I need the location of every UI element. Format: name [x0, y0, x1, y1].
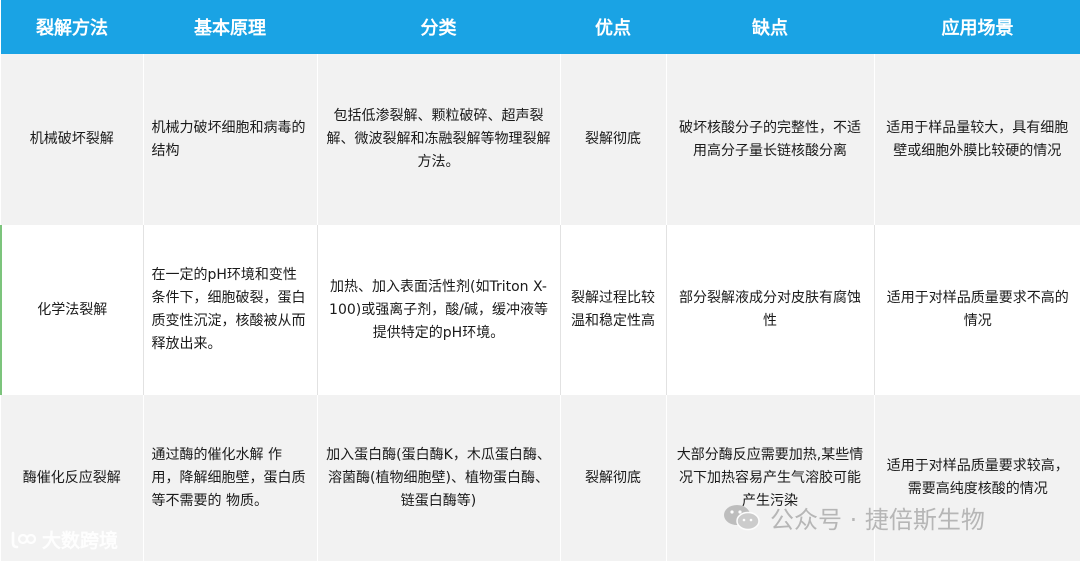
- cell-principle: 通过酶的催化水解 作用，降解细胞壁，蛋白质等不需要的 物质。: [143, 395, 318, 561]
- page: 裂解方法 基本原理 分类 优点 缺点 应用场景 机械破坏裂解 机械力破坏细胞和病…: [0, 0, 1080, 561]
- cell-method: 化学法裂解: [0, 225, 144, 395]
- brand-logo-icon: [10, 529, 36, 551]
- cell-category: 加入蛋白酶(蛋白酶K，木瓜蛋白酶、溶菌酶(植物细胞壁)、植物蛋白酶、链蛋白酶等): [317, 395, 561, 561]
- table-row: 机械破坏裂解 机械力破坏细胞和病毒的结构 包括低渗裂解、颗粒破碎、超声裂解、微波…: [1, 54, 1080, 225]
- lysis-methods-table: 裂解方法 基本原理 分类 优点 缺点 应用场景 机械破坏裂解 机械力破坏细胞和病…: [0, 0, 1080, 561]
- cell-category: 加热、加入表面活性剂(如Triton X-100)或强离子剂，酸/碱，缓冲液等提…: [317, 225, 561, 395]
- cell-pros: 裂解过程比较温和稳定性高: [560, 225, 667, 395]
- watermark-right-text: 公众号 · 捷倍斯生物: [770, 506, 985, 534]
- cell-cons: 破坏核酸分子的完整性，不适用高分子量长链核酸分离: [666, 54, 875, 225]
- table-row: 化学法裂解 在一定的pH环境和变性条件下，细胞破裂，蛋白质变性沉淀，核酸被从而释…: [0, 225, 1080, 395]
- header-category: 分类: [317, 0, 560, 54]
- cell-pros: 裂解彻底: [560, 395, 667, 561]
- header-pros: 优点: [560, 0, 666, 54]
- watermark-right: 公众号 · 捷倍斯生物: [722, 500, 985, 535]
- cell-cons: 大部分酶反应需要加热,某些情况下加热容易产生气溶胶可能产生污染: [666, 395, 875, 561]
- header-scenario: 应用场景: [874, 0, 1080, 54]
- cell-cons: 部分裂解液成分对皮肤有腐蚀性: [666, 225, 875, 395]
- header-cons: 缺点: [666, 0, 874, 54]
- watermark-left: 大数跨境: [10, 526, 118, 553]
- cell-scenario: 适用于对样品质量要求不高的情况: [874, 225, 1080, 395]
- cell-scenario: 适用于对样品质量要求较高，需要高纯度核酸的情况: [874, 395, 1080, 561]
- cell-principle: 机械力破坏细胞和病毒的结构: [143, 54, 318, 225]
- table-header-row: 裂解方法 基本原理 分类 优点 缺点 应用场景: [1, 0, 1080, 54]
- header-principle: 基本原理: [143, 0, 317, 54]
- cell-method: 机械破坏裂解: [1, 54, 144, 225]
- cell-scenario: 适用于样品量较大，具有细胞壁或细胞外膜比较硬的情况: [874, 54, 1080, 225]
- cell-pros: 裂解彻底: [560, 54, 667, 225]
- table-row: 酶催化反应裂解 通过酶的催化水解 作用，降解细胞壁，蛋白质等不需要的 物质。 加…: [1, 395, 1080, 561]
- wechat-icon: [722, 502, 762, 534]
- cell-principle: 在一定的pH环境和变性条件下，细胞破裂，蛋白质变性沉淀，核酸被从而释放出来。: [143, 225, 318, 395]
- watermark-left-text: 大数跨境: [42, 530, 119, 552]
- cell-category: 包括低渗裂解、颗粒破碎、超声裂解、微波裂解和冻融裂解等物理裂解方法。: [317, 54, 561, 225]
- header-method: 裂解方法: [1, 0, 143, 54]
